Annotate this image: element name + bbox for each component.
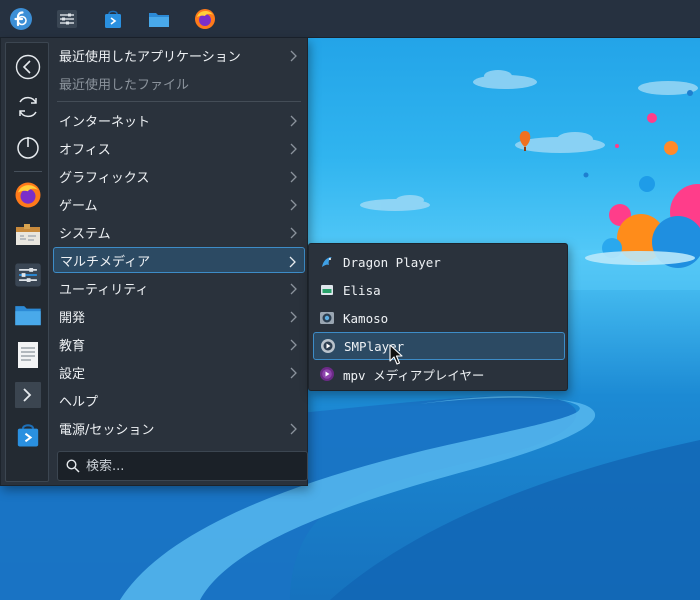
search-field[interactable] bbox=[57, 451, 308, 481]
category-games[interactable]: ゲーム bbox=[53, 191, 305, 217]
category-label: ゲーム bbox=[59, 198, 98, 214]
category-label: システム bbox=[59, 226, 111, 242]
favorite-archive-manager[interactable] bbox=[12, 219, 44, 251]
category-label: インターネット bbox=[59, 114, 151, 130]
restart-button[interactable] bbox=[12, 91, 44, 123]
category-internet[interactable]: インターネット bbox=[53, 107, 305, 133]
submenu-item-smplayer[interactable]: SMPlayer bbox=[313, 332, 565, 360]
favorite-terminal[interactable] bbox=[12, 379, 44, 411]
submenu-item-label: Kamoso bbox=[343, 310, 389, 326]
chevron-right-icon bbox=[290, 283, 297, 295]
smplayer-icon bbox=[320, 338, 336, 354]
chevron-right-icon bbox=[290, 339, 297, 351]
category-label: 最近使用したファイル bbox=[59, 77, 190, 93]
terminal-icon bbox=[15, 382, 41, 408]
category-help[interactable]: ヘルプ bbox=[53, 387, 305, 413]
favorite-file-manager[interactable] bbox=[12, 299, 44, 331]
category-separator bbox=[57, 101, 301, 102]
submenu-item-kamoso[interactable]: Kamoso bbox=[313, 304, 565, 332]
category-recent-applications[interactable]: 最近使用したアプリケーション bbox=[53, 42, 305, 68]
file-manager-button[interactable] bbox=[144, 4, 174, 34]
power-button[interactable] bbox=[12, 131, 44, 163]
discover-button[interactable] bbox=[98, 4, 128, 34]
category-label: 設定 bbox=[59, 366, 86, 382]
category-label: グラフィックス bbox=[59, 170, 150, 186]
submenu-item-label: Elisa bbox=[343, 282, 381, 298]
category-system[interactable]: システム bbox=[53, 219, 305, 245]
sidebar-separator bbox=[14, 171, 42, 172]
system-settings-button[interactable] bbox=[52, 4, 82, 34]
category-power-session[interactable]: 電源/セッション bbox=[53, 415, 305, 441]
search-input[interactable] bbox=[86, 458, 286, 474]
category-label: 教育 bbox=[59, 338, 86, 354]
firefox-button[interactable] bbox=[190, 4, 220, 34]
favorite-discover[interactable] bbox=[12, 419, 44, 451]
chevron-right-icon bbox=[290, 115, 297, 127]
category-label: 開発 bbox=[59, 310, 86, 326]
chevron-right-icon bbox=[290, 367, 297, 379]
favorites-sidebar bbox=[5, 42, 49, 482]
search-icon bbox=[66, 459, 80, 473]
software-store-icon bbox=[105, 10, 121, 28]
elisa-icon bbox=[319, 282, 335, 298]
category-graphics[interactable]: グラフィックス bbox=[53, 163, 305, 189]
settings-sliders-icon bbox=[15, 263, 41, 287]
submenu-item-label: mpv メディアプレイヤー bbox=[343, 367, 485, 383]
submenu-item-label: Dragon Player bbox=[343, 254, 441, 270]
submenu-item-mpv[interactable]: mpv メディアプレイヤー bbox=[313, 360, 565, 388]
favorite-text-editor[interactable] bbox=[12, 339, 44, 371]
category-development[interactable]: 開発 bbox=[53, 303, 305, 329]
category-label: 電源/セッション bbox=[59, 422, 155, 438]
submenu-item-dragon-player[interactable]: Dragon Player bbox=[313, 248, 565, 276]
archive-icon bbox=[16, 224, 40, 245]
category-label: ユーティリティ bbox=[59, 282, 149, 298]
top-panel bbox=[0, 0, 700, 38]
chevron-right-icon bbox=[290, 143, 297, 155]
submenu-item-elisa[interactable]: Elisa bbox=[313, 276, 565, 304]
category-utilities[interactable]: ユーティリティ bbox=[53, 275, 305, 301]
category-office[interactable]: オフィス bbox=[53, 135, 305, 161]
favorite-system-settings[interactable] bbox=[12, 259, 44, 291]
category-recent-files[interactable]: 最近使用したファイル bbox=[53, 70, 305, 96]
mpv-icon bbox=[319, 366, 335, 382]
back-button[interactable] bbox=[12, 51, 44, 83]
multimedia-submenu: Dragon Player Elisa Kamoso SMPlayer mpv … bbox=[308, 243, 568, 391]
category-education[interactable]: 教育 bbox=[53, 331, 305, 357]
application-launcher-menu: 最近使用したアプリケーション 最近使用したファイル インターネット オフィス グ… bbox=[0, 38, 308, 486]
category-settings[interactable]: 設定 bbox=[53, 359, 305, 385]
power-icon bbox=[17, 137, 39, 159]
firefox-icon bbox=[15, 182, 41, 208]
category-label: ヘルプ bbox=[59, 394, 99, 410]
folder-icon bbox=[149, 12, 169, 27]
kamoso-icon bbox=[319, 310, 335, 326]
favorite-firefox[interactable] bbox=[12, 179, 44, 211]
chevron-right-icon bbox=[290, 227, 297, 239]
back-arrow-icon bbox=[15, 54, 41, 80]
folder-icon bbox=[15, 306, 41, 326]
restart-icon bbox=[19, 96, 37, 118]
chevron-right-icon bbox=[290, 199, 297, 211]
chevron-right-icon bbox=[290, 423, 297, 435]
category-multimedia[interactable]: マルチメディア bbox=[53, 247, 305, 273]
application-launcher-button[interactable] bbox=[6, 4, 36, 34]
firefox-icon bbox=[195, 8, 215, 29]
chevron-right-icon bbox=[290, 50, 297, 62]
category-label: 最近使用したアプリケーション bbox=[59, 49, 241, 65]
software-store-icon bbox=[17, 424, 39, 447]
settings-sliders-icon bbox=[57, 9, 77, 28]
chevron-right-icon bbox=[290, 171, 297, 183]
mouse-cursor-icon bbox=[389, 344, 403, 365]
dragon-player-icon bbox=[319, 254, 335, 270]
text-document-icon bbox=[18, 342, 38, 368]
chevron-right-icon bbox=[290, 311, 297, 323]
chevron-right-icon bbox=[289, 256, 296, 268]
fedora-logo-icon bbox=[10, 7, 32, 30]
category-label: マルチメディア bbox=[60, 254, 151, 270]
category-label: オフィス bbox=[59, 142, 111, 158]
